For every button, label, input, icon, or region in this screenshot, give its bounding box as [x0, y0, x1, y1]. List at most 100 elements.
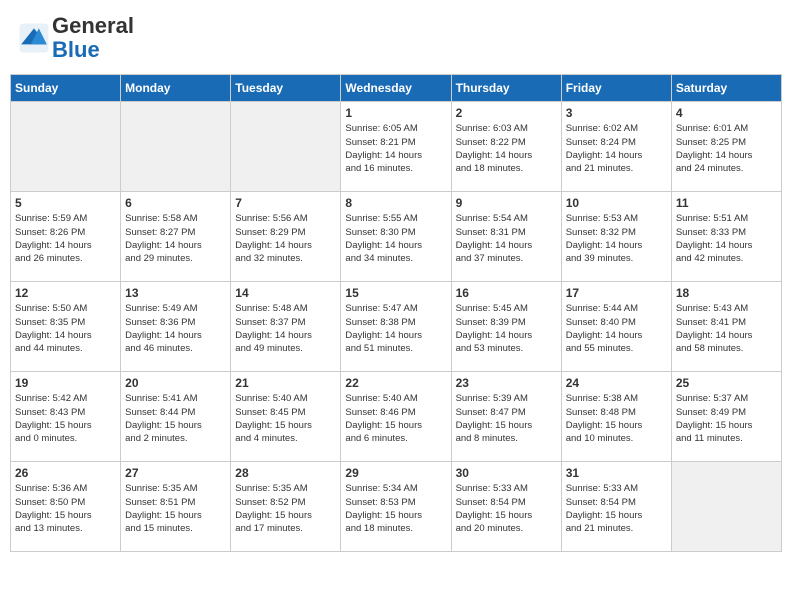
- day-number: 7: [235, 196, 336, 210]
- weekday-header-thursday: Thursday: [451, 75, 561, 102]
- calendar-cell: 6 Sunrise: 5:58 AM Sunset: 8:27 PM Daylig…: [121, 192, 231, 282]
- calendar-cell: 14Sunrise: 5:48 AM Sunset: 8:37 PM Dayli…: [231, 282, 341, 372]
- calendar-cell: 19Sunrise: 5:42 AM Sunset: 8:43 PM Dayli…: [11, 372, 121, 462]
- weekday-header-wednesday: Wednesday: [341, 75, 451, 102]
- calendar-cell: 2 Sunrise: 6:03 AM Sunset: 8:22 PM Daylig…: [451, 102, 561, 192]
- calendar-cell: 9Sunrise: 5:54 AM Sunset: 8:31 PM Daylig…: [451, 192, 561, 282]
- day-number: 1: [345, 106, 446, 120]
- calendar-cell: 4Sunrise: 6:01 AM Sunset: 8:25 PM Daylig…: [671, 102, 781, 192]
- calendar-cell: 17 Sunrise: 5:44 AM Sunset: 8:40 PM Dayli…: [561, 282, 671, 372]
- calendar-cell: 16 Sunrise: 5:45 AM Sunset: 8:39 PM Dayli…: [451, 282, 561, 372]
- day-number: 22: [345, 376, 446, 390]
- day-info: Sunrise: 5:51 AM Sunset: 8:33 PM Dayligh…: [676, 212, 777, 265]
- day-info: Sunrise: 5:47 AM Sunset: 8:38 PM Dayligh…: [345, 302, 446, 355]
- day-number: 31: [566, 466, 667, 480]
- logo-text: GeneralBlue: [52, 14, 134, 62]
- day-number: 10: [566, 196, 667, 210]
- day-number: 12: [15, 286, 116, 300]
- calendar-week-5: 26Sunrise: 5:36 AM Sunset: 8:50 PM Dayli…: [11, 462, 782, 552]
- day-info: Sunrise: 5:43 AM Sunset: 8:41 PM Dayligh…: [676, 302, 777, 355]
- calendar-cell: 5 Sunrise: 5:59 AM Sunset: 8:26 PM Daylig…: [11, 192, 121, 282]
- calendar-cell: 15 Sunrise: 5:47 AM Sunset: 8:38 PM Dayli…: [341, 282, 451, 372]
- calendar-cell: 13 Sunrise: 5:49 AM Sunset: 8:36 PM Dayli…: [121, 282, 231, 372]
- day-number: 28: [235, 466, 336, 480]
- weekday-header-friday: Friday: [561, 75, 671, 102]
- calendar-cell: 23 Sunrise: 5:39 AM Sunset: 8:47 PM Dayli…: [451, 372, 561, 462]
- day-number: 24: [566, 376, 667, 390]
- day-info: Sunrise: 6:02 AM Sunset: 8:24 PM Dayligh…: [566, 122, 667, 175]
- logo-icon: [18, 22, 50, 54]
- weekday-header-tuesday: Tuesday: [231, 75, 341, 102]
- day-number: 23: [456, 376, 557, 390]
- day-info: Sunrise: 5:53 AM Sunset: 8:32 PM Dayligh…: [566, 212, 667, 265]
- day-number: 13: [125, 286, 226, 300]
- day-info: Sunrise: 5:55 AM Sunset: 8:30 PM Dayligh…: [345, 212, 446, 265]
- calendar-cell: 26Sunrise: 5:36 AM Sunset: 8:50 PM Dayli…: [11, 462, 121, 552]
- calendar-cell: 7 Sunrise: 5:56 AM Sunset: 8:29 PM Daylig…: [231, 192, 341, 282]
- day-info: Sunrise: 5:39 AM Sunset: 8:47 PM Dayligh…: [456, 392, 557, 445]
- calendar-cell: [231, 102, 341, 192]
- calendar-cell: 18 Sunrise: 5:43 AM Sunset: 8:41 PM Dayli…: [671, 282, 781, 372]
- page-header: GeneralBlue: [10, 10, 782, 66]
- weekday-header-row: SundayMondayTuesdayWednesdayThursdayFrid…: [11, 75, 782, 102]
- day-info: Sunrise: 5:35 AM Sunset: 8:52 PM Dayligh…: [235, 482, 336, 535]
- day-info: Sunrise: 5:36 AM Sunset: 8:50 PM Dayligh…: [15, 482, 116, 535]
- day-number: 18: [676, 286, 777, 300]
- day-info: Sunrise: 6:05 AM Sunset: 8:21 PM Dayligh…: [345, 122, 446, 175]
- calendar-week-2: 5 Sunrise: 5:59 AM Sunset: 8:26 PM Daylig…: [11, 192, 782, 282]
- day-info: Sunrise: 5:48 AM Sunset: 8:37 PM Dayligh…: [235, 302, 336, 355]
- calendar-cell: [671, 462, 781, 552]
- day-info: Sunrise: 5:58 AM Sunset: 8:27 PM Dayligh…: [125, 212, 226, 265]
- calendar-week-1: 1 Sunrise: 6:05 AM Sunset: 8:21 PM Daylig…: [11, 102, 782, 192]
- day-info: Sunrise: 5:50 AM Sunset: 8:35 PM Dayligh…: [15, 302, 116, 355]
- day-number: 3: [566, 106, 667, 120]
- day-info: Sunrise: 5:33 AM Sunset: 8:54 PM Dayligh…: [456, 482, 557, 535]
- day-number: 17: [566, 286, 667, 300]
- calendar-cell: 21Sunrise: 5:40 AM Sunset: 8:45 PM Dayli…: [231, 372, 341, 462]
- calendar-cell: 25 Sunrise: 5:37 AM Sunset: 8:49 PM Dayli…: [671, 372, 781, 462]
- day-number: 29: [345, 466, 446, 480]
- day-info: Sunrise: 5:45 AM Sunset: 8:39 PM Dayligh…: [456, 302, 557, 355]
- calendar-table: SundayMondayTuesdayWednesdayThursdayFrid…: [10, 74, 782, 552]
- day-number: 27: [125, 466, 226, 480]
- day-number: 4: [676, 106, 777, 120]
- day-info: Sunrise: 6:03 AM Sunset: 8:22 PM Dayligh…: [456, 122, 557, 175]
- calendar-cell: 31Sunrise: 5:33 AM Sunset: 8:54 PM Dayli…: [561, 462, 671, 552]
- calendar-cell: 30 Sunrise: 5:33 AM Sunset: 8:54 PM Dayli…: [451, 462, 561, 552]
- calendar-cell: 1 Sunrise: 6:05 AM Sunset: 8:21 PM Daylig…: [341, 102, 451, 192]
- day-number: 5: [15, 196, 116, 210]
- calendar-cell: 29 Sunrise: 5:34 AM Sunset: 8:53 PM Dayli…: [341, 462, 451, 552]
- weekday-header-saturday: Saturday: [671, 75, 781, 102]
- calendar-week-3: 12 Sunrise: 5:50 AM Sunset: 8:35 PM Dayli…: [11, 282, 782, 372]
- day-number: 25: [676, 376, 777, 390]
- day-info: Sunrise: 5:40 AM Sunset: 8:46 PM Dayligh…: [345, 392, 446, 445]
- day-number: 15: [345, 286, 446, 300]
- day-info: Sunrise: 5:59 AM Sunset: 8:26 PM Dayligh…: [15, 212, 116, 265]
- day-info: Sunrise: 5:49 AM Sunset: 8:36 PM Dayligh…: [125, 302, 226, 355]
- logo: GeneralBlue: [18, 14, 134, 62]
- day-number: 6: [125, 196, 226, 210]
- day-info: Sunrise: 5:38 AM Sunset: 8:48 PM Dayligh…: [566, 392, 667, 445]
- calendar-cell: 12 Sunrise: 5:50 AM Sunset: 8:35 PM Dayli…: [11, 282, 121, 372]
- day-info: Sunrise: 5:54 AM Sunset: 8:31 PM Dayligh…: [456, 212, 557, 265]
- day-number: 20: [125, 376, 226, 390]
- day-info: Sunrise: 5:56 AM Sunset: 8:29 PM Dayligh…: [235, 212, 336, 265]
- calendar-cell: 8 Sunrise: 5:55 AM Sunset: 8:30 PM Daylig…: [341, 192, 451, 282]
- day-number: 2: [456, 106, 557, 120]
- day-info: Sunrise: 5:34 AM Sunset: 8:53 PM Dayligh…: [345, 482, 446, 535]
- calendar-cell: [121, 102, 231, 192]
- day-number: 8: [345, 196, 446, 210]
- calendar-cell: 24 Sunrise: 5:38 AM Sunset: 8:48 PM Dayli…: [561, 372, 671, 462]
- day-number: 11: [676, 196, 777, 210]
- logo-general: GeneralBlue: [52, 13, 134, 62]
- day-info: Sunrise: 5:37 AM Sunset: 8:49 PM Dayligh…: [676, 392, 777, 445]
- day-number: 16: [456, 286, 557, 300]
- day-info: Sunrise: 5:41 AM Sunset: 8:44 PM Dayligh…: [125, 392, 226, 445]
- day-info: Sunrise: 5:44 AM Sunset: 8:40 PM Dayligh…: [566, 302, 667, 355]
- day-info: Sunrise: 5:42 AM Sunset: 8:43 PM Dayligh…: [15, 392, 116, 445]
- day-number: 30: [456, 466, 557, 480]
- calendar-cell: 27 Sunrise: 5:35 AM Sunset: 8:51 PM Dayli…: [121, 462, 231, 552]
- day-info: Sunrise: 5:35 AM Sunset: 8:51 PM Dayligh…: [125, 482, 226, 535]
- day-info: Sunrise: 5:40 AM Sunset: 8:45 PM Dayligh…: [235, 392, 336, 445]
- calendar-cell: 20 Sunrise: 5:41 AM Sunset: 8:44 PM Dayli…: [121, 372, 231, 462]
